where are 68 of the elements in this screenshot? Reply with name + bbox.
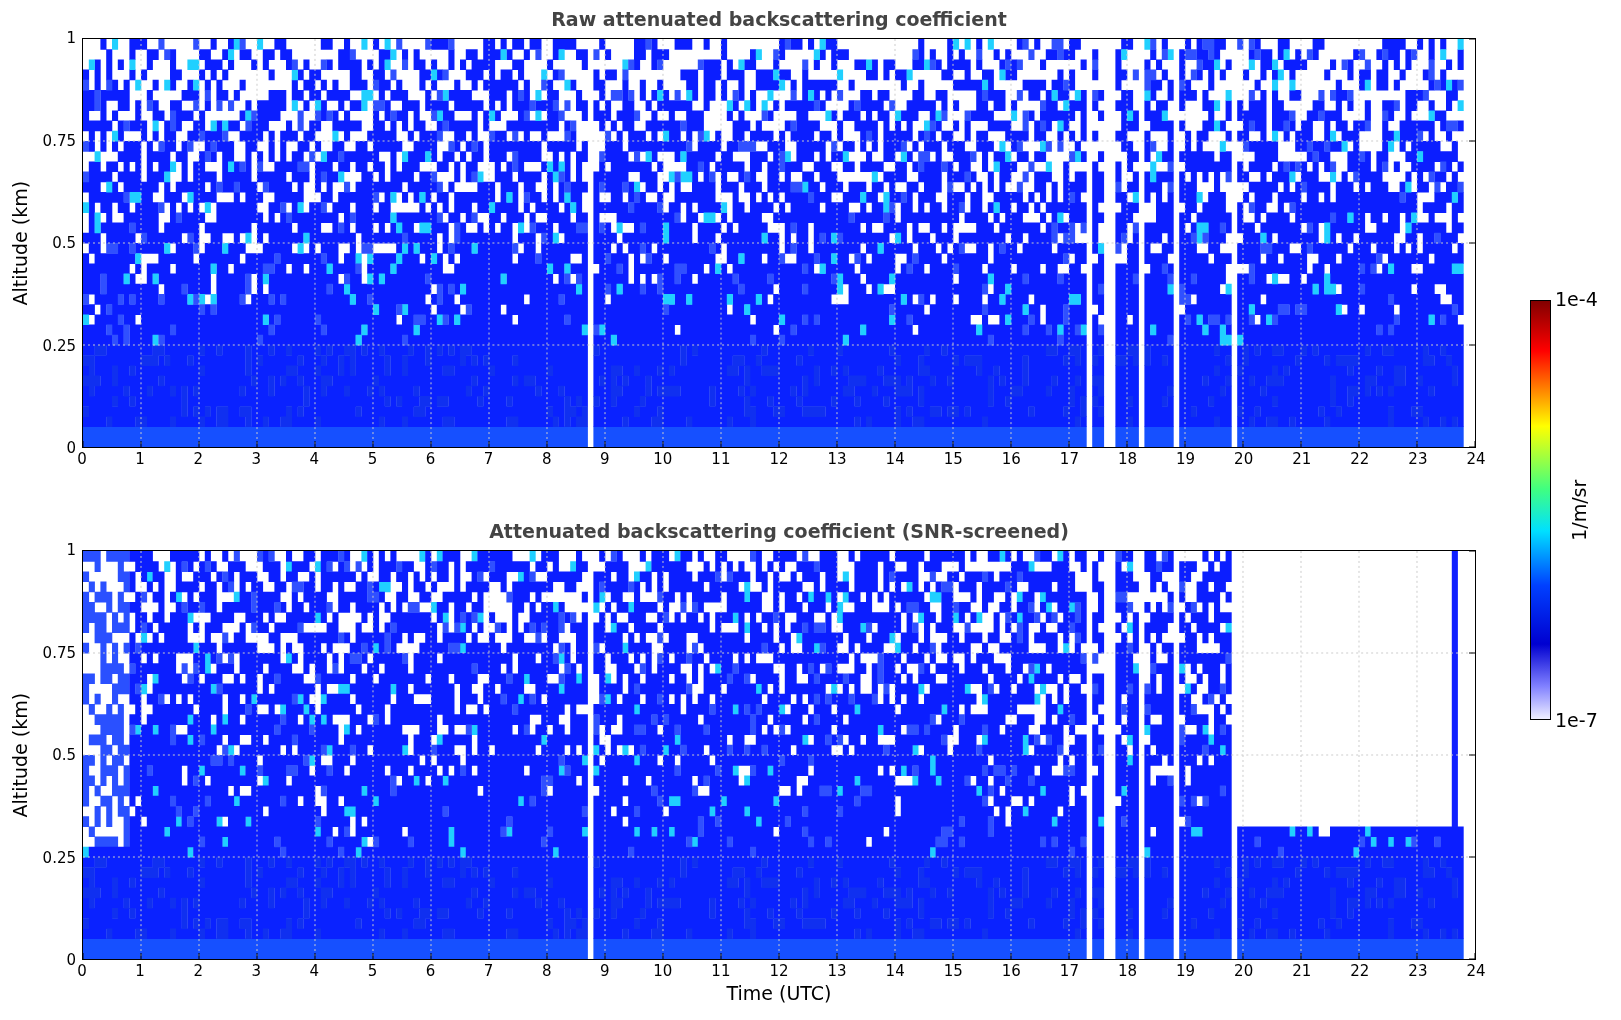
x-tick-label: 2 [193,964,203,979]
x-tick-label: 3 [251,964,261,979]
colorbar-unit-label: 1/m/sr [1567,479,1592,541]
x-tick-label: 22 [1350,452,1370,467]
y-tick-label: 0.5 [52,235,76,251]
x-tick-label: 7 [483,452,494,467]
x-tick-label: 8 [541,964,552,979]
x-tick-label: 4 [309,964,320,979]
x-tick-label: 1 [135,452,145,467]
plot-title: Attenuated backscattering coefficient (SNR-screened) [489,518,1069,544]
x-tick-label: 4 [309,452,320,467]
y-tick-label: 0.25 [42,850,76,865]
x-tick-label: 19 [1176,964,1196,979]
x-tick-label: 18 [1117,452,1138,467]
plot-title: Raw attenuated backscattering coefficient [551,6,1007,32]
x-tick-label: 14 [885,452,905,467]
x-tick-label: 8 [541,452,552,467]
x-tick-label: 24 [1466,964,1486,979]
x-tick-label: 2 [193,452,203,467]
x-tick-label: 11 [711,964,731,979]
y-tick-label: 0.25 [42,338,76,353]
y-tick-label: 0.75 [42,645,76,660]
y-axis-label: Altitude (km) [7,692,32,818]
y-tick-label: 1 [66,30,76,46]
x-tick-label: 9 [600,452,610,467]
x-tick-label: 13 [827,452,847,467]
x-tick-label: 18 [1117,964,1138,979]
x-tick-label: 5 [367,452,378,467]
y-tick-label: 1 [66,542,76,558]
x-tick-label: 10 [653,964,673,979]
y-axis-label: Altitude (km) [7,180,32,306]
x-tick-label: 22 [1350,964,1370,979]
x-tick-label: 20 [1234,964,1254,979]
x-tick-label: 21 [1292,452,1312,467]
x-tick-label: 13 [827,964,847,979]
x-tick-label: 11 [711,452,731,467]
x-tick-label: 19 [1176,452,1196,467]
y-tick-label: 0.75 [42,133,76,148]
x-tick-label: 23 [1408,964,1428,979]
x-tick-label: 12 [769,452,789,467]
y-tick-label: 0 [66,440,76,456]
x-tick-label: 24 [1466,452,1486,467]
x-tick-label: 16 [1001,964,1021,979]
colorbar-max-label: 1e-4 [1555,290,1599,309]
y-tick-label: 0.5 [52,747,76,763]
x-tick-label: 3 [251,452,261,467]
colorbar-min-label: 1e-7 [1555,711,1599,730]
x-tick-label: 17 [1059,964,1079,979]
x-tick-label: 17 [1059,452,1079,467]
x-tick-label: 7 [483,964,494,979]
x-tick-label: 23 [1408,452,1428,467]
x-tick-label: 5 [367,964,378,979]
x-tick-label: 0 [77,452,87,467]
y-tick-label: 0 [66,952,76,968]
x-tick-label: 6 [425,452,436,467]
x-tick-label: 16 [1001,452,1021,467]
x-tick-label: 21 [1292,964,1312,979]
x-tick-label: 12 [769,964,789,979]
x-tick-label: 9 [600,964,610,979]
x-tick-label: 15 [943,452,963,467]
x-tick-label: 6 [425,964,436,979]
x-tick-label: 10 [653,452,673,467]
x-axis-label: Time (UTC) [726,982,832,1006]
x-tick-label: 15 [943,964,963,979]
x-tick-label: 20 [1234,452,1254,467]
x-tick-label: 0 [77,964,87,979]
x-tick-label: 1 [135,964,145,979]
x-tick-label: 14 [885,964,905,979]
